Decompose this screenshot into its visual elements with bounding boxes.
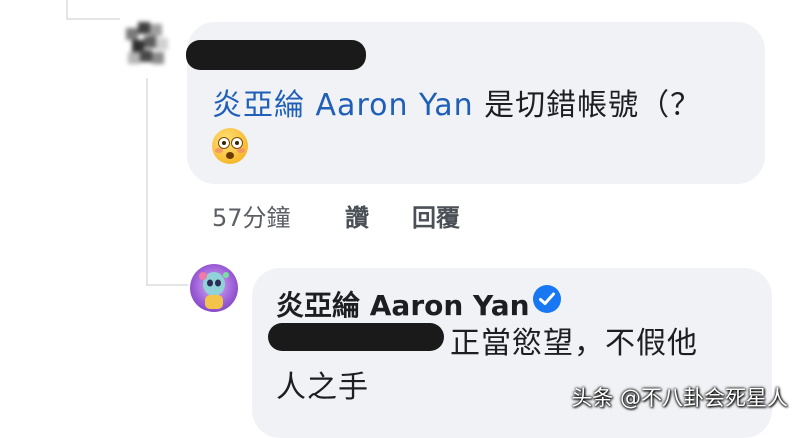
reply-text-line2: 人之手: [276, 370, 369, 405]
flushed-face-icon: [212, 128, 248, 164]
aaron-yan-avatar[interactable]: [190, 264, 238, 312]
like-button[interactable]: 讚: [345, 198, 369, 233]
reply-text-line1: 正當慾望，不假他: [450, 326, 698, 361]
reply-thread-line: [146, 78, 148, 286]
verified-badge-icon: [533, 285, 561, 313]
comment-text: 炎亞綸 Aaron Yan 是切錯帳號（？: [212, 80, 701, 124]
watermark: 头条 @不八卦会死星人: [571, 386, 788, 410]
thread-line: [66, 0, 68, 20]
redacted-commenter-name: [186, 40, 366, 70]
redacted-mention: [268, 323, 444, 351]
mention-link[interactable]: 炎亞綸 Aaron Yan: [212, 88, 474, 123]
reply-thread-connector: [146, 284, 188, 286]
comment-body: 是切錯帳號（？: [473, 88, 702, 123]
thread-connector: [66, 18, 120, 20]
commenter-avatar-blurred[interactable]: [118, 14, 174, 74]
reply-button[interactable]: 回覆: [412, 198, 460, 233]
comment-timestamp[interactable]: 57分鐘: [212, 198, 291, 233]
